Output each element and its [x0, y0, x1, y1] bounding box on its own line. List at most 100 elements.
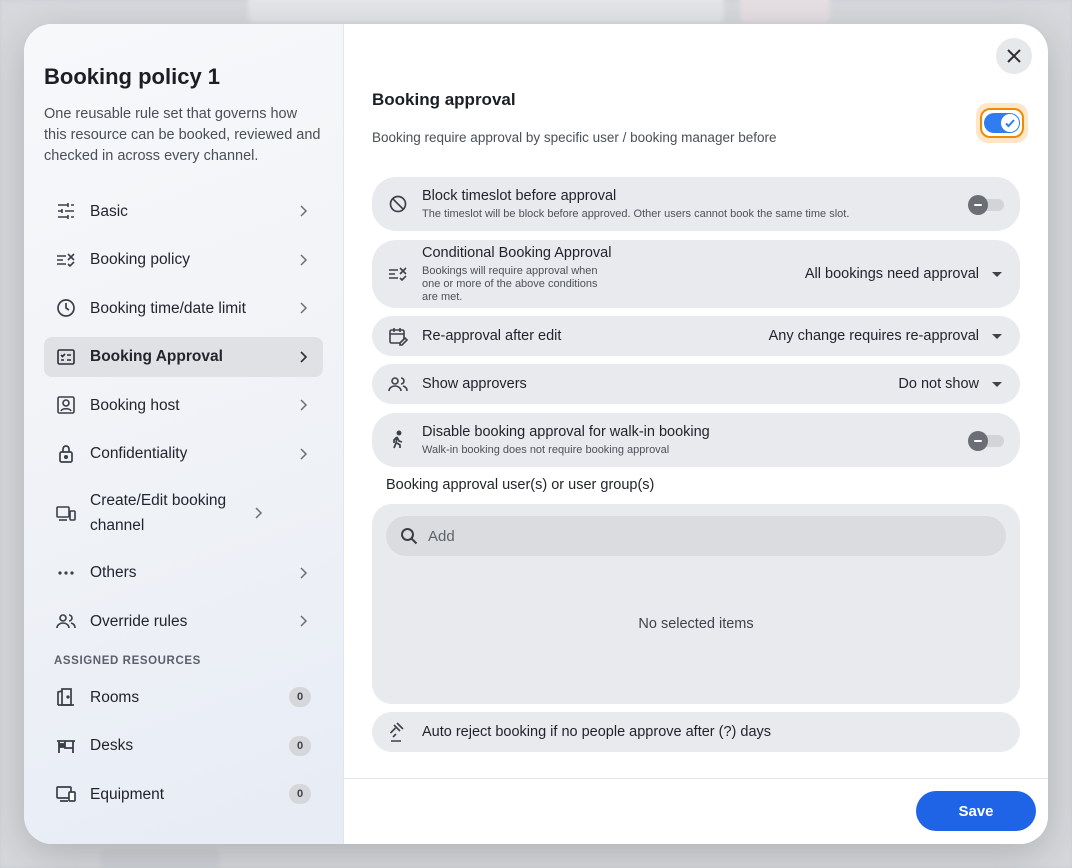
resource-rooms[interactable]: Rooms 0: [44, 677, 323, 717]
walkin-sub: Walk-in booking does not require booking…: [422, 443, 670, 456]
booking-approval-toggle-focus: [976, 103, 1028, 143]
walking-icon: [388, 430, 408, 450]
sidebar-item-label: Create/Edit booking channel: [90, 492, 227, 534]
chevron-right-icon: [300, 350, 308, 363]
resource-desks[interactable]: Desks 0: [44, 726, 323, 766]
chevron-right-icon: [300, 447, 308, 460]
search-input[interactable]: [428, 527, 988, 545]
toggle-knob: [1001, 114, 1019, 132]
equipment-icon: [56, 784, 76, 804]
save-button[interactable]: Save: [916, 791, 1036, 831]
chevron-right-icon: [300, 399, 308, 411]
chevron-right-icon: [255, 507, 263, 519]
reapproval-text: Re-approval after edit: [422, 328, 769, 344]
select-value: Any change requires re-approval: [768, 328, 979, 344]
check-icon: [1005, 119, 1015, 128]
select-value: Do not show: [898, 376, 979, 392]
auto-reject-text: Auto reject booking if no people approve…: [422, 724, 1004, 740]
sidebar-title: Booking policy 1: [44, 64, 221, 89]
sidebar-item-label: Booking policy: [90, 251, 190, 268]
auto-reject-row[interactable]: Auto reject booking if no people approve…: [372, 712, 1020, 752]
sidebar-item-booking-approval[interactable]: Booking Approval: [44, 336, 323, 377]
sidebar-nav: Basic Booking policy Booking time/date l…: [44, 191, 323, 641]
approval-icon: [56, 347, 76, 367]
sidebar-item-override-rules[interactable]: Override rules: [44, 601, 323, 641]
caret-down-icon: [992, 381, 1002, 387]
toggle-knob: [968, 431, 988, 451]
sidebar-item-others[interactable]: Others: [44, 553, 323, 593]
conditional-approval-title: Conditional Booking Approval: [422, 244, 612, 261]
toggle-track: [984, 113, 1020, 133]
conditional-approval-text: Conditional Booking Approval Bookings wi…: [422, 245, 613, 304]
chevron-right-icon: [300, 566, 308, 579]
block-icon: [388, 194, 408, 214]
show-approvers-select[interactable]: Do not show: [898, 376, 1004, 392]
background-button: [740, 0, 830, 22]
sidebar-item-booking-host[interactable]: Booking host: [44, 385, 323, 425]
approval-header: Booking approval Booking require approva…: [372, 90, 1020, 145]
resource-count-badge: 0: [289, 735, 311, 756]
calendar-edit-icon: [388, 326, 409, 346]
resource-count-badge: 0: [289, 687, 311, 707]
reapproval-select[interactable]: Any change requires re-approval: [769, 328, 1004, 344]
sidebar-item-label: Basic: [90, 202, 128, 220]
close-icon: [1007, 49, 1021, 63]
sidebar-item-label: Confidentiality: [90, 445, 188, 462]
block-timeslot-sub: The timeslot will be block before approv…: [422, 207, 850, 220]
chevron-right-icon: [300, 302, 308, 314]
page-description: Booking require approval by specific use…: [372, 130, 777, 145]
gavel-icon: [388, 722, 408, 742]
auto-reject-title: Auto reject booking if no people approve…: [422, 724, 772, 740]
block-timeslot-row: Block timeslot before approval The times…: [372, 177, 1020, 231]
sidebar-item-confidentiality[interactable]: Confidentiality: [44, 434, 323, 474]
checklist-icon: [56, 250, 76, 270]
add-user-search[interactable]: [386, 516, 1006, 556]
block-timeslot-text: Block timeslot before approval The times…: [422, 188, 968, 221]
resource-label: Rooms: [90, 688, 140, 706]
sidebar-item-label: Override rules: [90, 612, 188, 630]
devices-icon: [56, 503, 76, 523]
booking-policy-modal: Booking policy 1 One reusable rule set t…: [24, 24, 1048, 844]
approval-users-box: No selected items: [372, 504, 1020, 704]
conditional-approval-sub: Bookings will require approval when one …: [422, 264, 598, 303]
resource-count-badge: 0: [289, 784, 311, 804]
lock-icon: [56, 444, 76, 464]
sidebar-item-booking-time-limit[interactable]: Booking time/date limit: [44, 288, 323, 328]
modal-footer: Save: [344, 778, 1048, 844]
sidebar-item-booking-channel[interactable]: Create/Edit booking channel: [44, 482, 323, 544]
reapproval-row: Re-approval after edit Any change requir…: [372, 316, 1020, 356]
show-approvers-text: Show approvers: [422, 376, 898, 392]
select-value: All bookings need approval: [804, 266, 979, 282]
page-title: Booking approval: [372, 90, 516, 109]
resource-equipment[interactable]: Equipment 0: [44, 774, 323, 814]
sidebar-item-label: Booking Approval: [90, 348, 223, 365]
chevron-right-icon: [300, 253, 308, 266]
clock-icon: [56, 298, 76, 318]
checklist-icon: [388, 264, 408, 284]
empty-state-text: No selected items: [638, 616, 754, 632]
users-icon: [56, 611, 76, 631]
more-icon: [56, 563, 76, 583]
sliders-icon: [56, 201, 76, 221]
background-search: [248, 0, 724, 22]
show-approvers-title: Show approvers: [422, 376, 527, 392]
block-timeslot-title: Block timeslot before approval: [422, 187, 617, 204]
approval-users-label: Booking approval user(s) or user group(s…: [386, 477, 655, 493]
desk-icon: [56, 736, 76, 756]
conditional-approval-select[interactable]: All bookings need approval: [805, 266, 1004, 282]
close-button[interactable]: [996, 38, 1032, 74]
sidebar-item-label: Others: [90, 564, 137, 581]
reapproval-title: Re-approval after edit: [422, 328, 562, 344]
sidebar-item-label: Booking host: [90, 396, 180, 414]
main-panel: Booking approval Booking require approva…: [344, 24, 1048, 844]
search-icon: [401, 528, 418, 545]
caret-down-icon: [992, 333, 1002, 339]
chevron-right-icon: [300, 205, 308, 217]
caret-down-icon: [992, 271, 1002, 277]
booking-approval-toggle[interactable]: [980, 108, 1024, 138]
block-timeslot-toggle[interactable]: [968, 194, 1004, 215]
sidebar-item-basic[interactable]: Basic: [44, 191, 323, 231]
walkin-toggle[interactable]: [968, 430, 1004, 451]
walkin-title: Disable booking approval for walk-in boo…: [422, 423, 710, 440]
sidebar-item-booking-policy[interactable]: Booking policy: [44, 240, 323, 280]
